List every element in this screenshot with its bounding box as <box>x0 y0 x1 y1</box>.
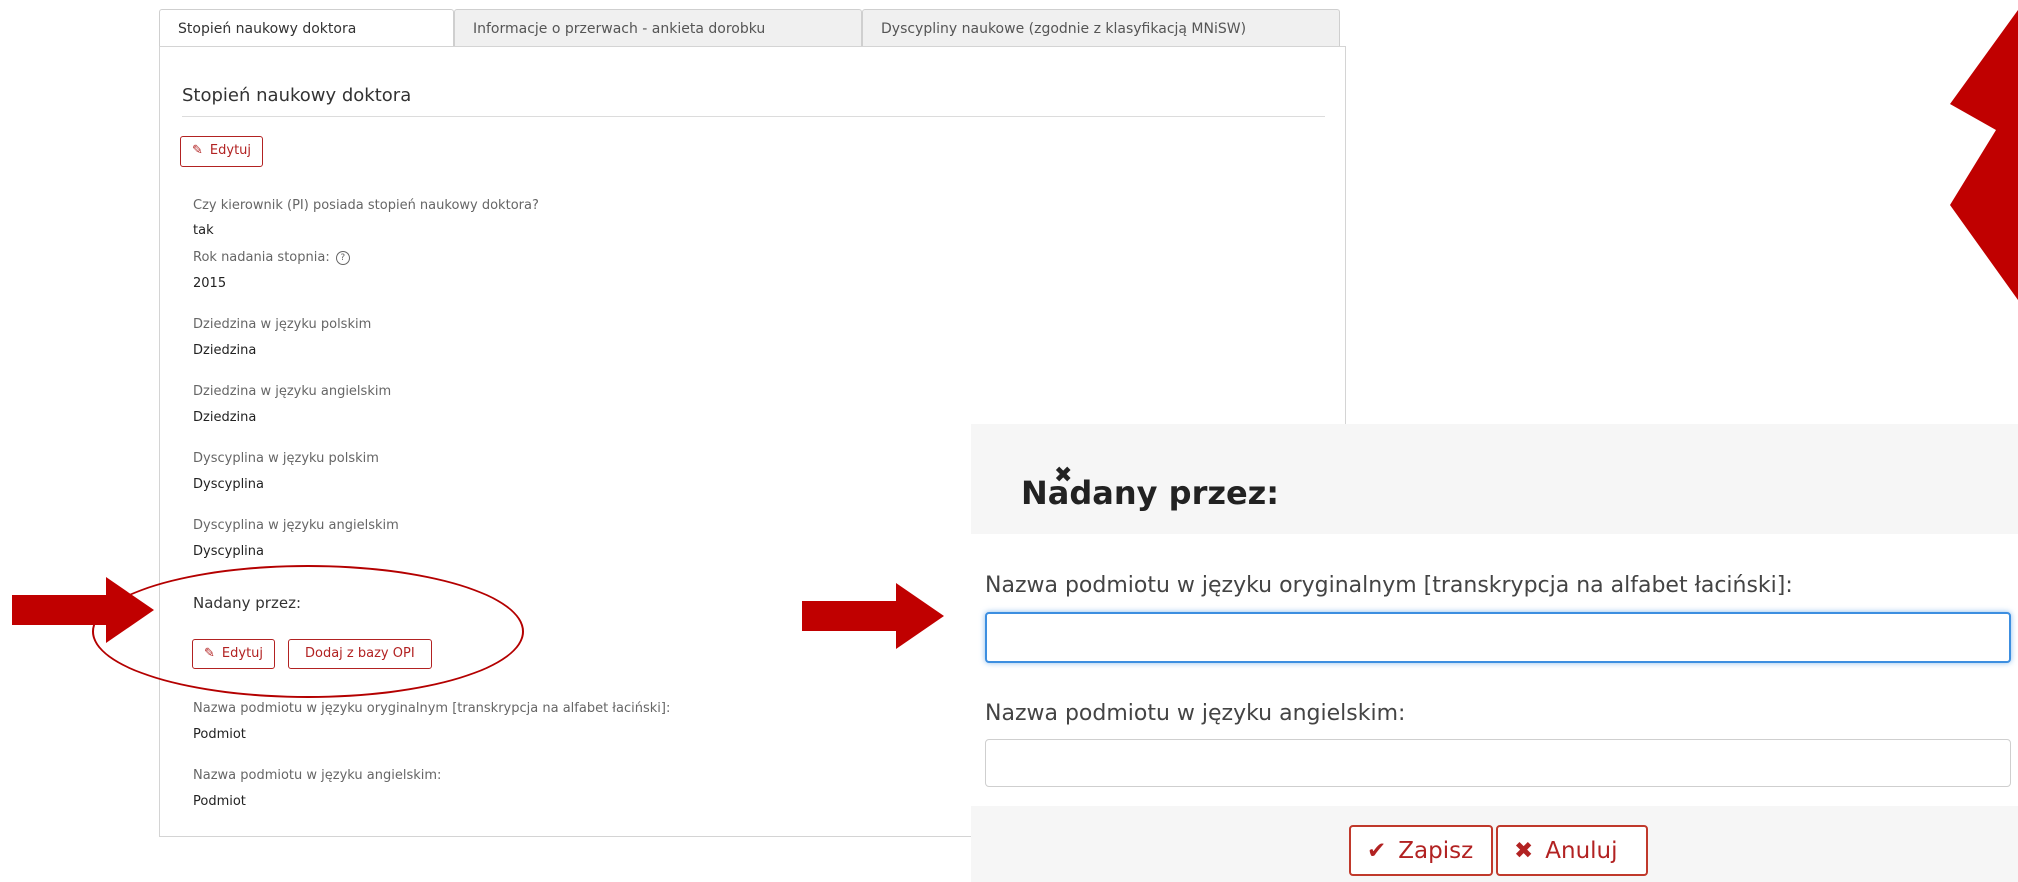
edit-label: Edytuj <box>209 143 252 158</box>
field-value-has-phd: tak <box>193 223 214 238</box>
modal-label-entity-english: Nazwa podmiotu w języku angielskim: <box>985 701 1406 726</box>
field-value-domain-pl: Dziedzina <box>193 343 257 358</box>
arrow-right-icon <box>802 583 944 649</box>
arrow-right-icon <box>12 577 154 643</box>
field-value-year: 2015 <box>193 276 227 291</box>
close-icon[interactable]: ✖ <box>1054 463 1072 488</box>
field-value-entity-original: Podmiot <box>193 727 246 742</box>
panel-title: Stopień naukowy doktora <box>182 85 412 106</box>
highlight-ellipse <box>92 565 524 698</box>
pencil-icon: ✎ <box>192 143 203 158</box>
entity-original-input[interactable] <box>985 612 2011 663</box>
panel-divider <box>182 116 1325 117</box>
tab-dyscypliny-naukowe[interactable]: Dyscypliny naukowe (zgodnie z klasyfikac… <box>862 9 1340 46</box>
field-value-discipline-pl: Dyscyplina <box>193 477 264 492</box>
field-label-year: Rok nadania stopnia:? <box>193 250 350 265</box>
close-icon: ✖ <box>1514 838 1534 864</box>
field-label-entity-english: Nazwa podmiotu w języku angielskim: <box>193 768 442 783</box>
field-value-entity-english: Podmiot <box>193 794 246 809</box>
entity-english-input[interactable] <box>985 739 2011 787</box>
modal-body: Nazwa podmiotu w języku oryginalnym [tra… <box>971 534 2018 806</box>
modal-header: Nadany przez: <box>971 424 2018 534</box>
field-label-discipline-pl: Dyscyplina w języku polskim <box>193 451 379 466</box>
cancel-label: Anuluj <box>1545 838 1618 864</box>
checkmark-icon: ✔ <box>1367 838 1387 864</box>
field-label-domain-pl: Dziedzina w języku polskim <box>193 317 372 332</box>
cancel-button[interactable]: ✖ Anuluj <box>1496 825 1648 876</box>
edit-doctorate-button[interactable]: ✎ Edytuj <box>180 136 264 167</box>
save-button[interactable]: ✔ Zapisz <box>1349 825 1493 876</box>
field-value-domain-en: Dziedzina <box>193 410 257 425</box>
decorative-burst-icon <box>1950 10 2018 300</box>
field-label-entity-original: Nazwa podmiotu w języku oryginalnym [tra… <box>193 701 671 716</box>
field-label-discipline-en: Dyscyplina w języku angielskim <box>193 518 399 533</box>
field-value-discipline-en: Dyscyplina <box>193 544 264 559</box>
modal-footer: ✔ Zapisz ✖ Anuluj <box>971 806 2018 882</box>
field-label-domain-en: Dziedzina w języku angielskim <box>193 384 392 399</box>
tab-stopien-naukowy[interactable]: Stopień naukowy doktora <box>159 9 454 47</box>
save-label: Zapisz <box>1398 838 1474 864</box>
modal-label-entity-original: Nazwa podmiotu w języku oryginalnym [tra… <box>985 573 1793 598</box>
help-icon[interactable]: ? <box>335 250 350 265</box>
tab-informacje-o-przerwach[interactable]: Informacje o przerwach - ankieta dorobku <box>454 9 862 46</box>
field-label-has-phd: Czy kierownik (PI) posiada stopień nauko… <box>193 198 539 213</box>
field-label-year-text: Rok nadania stopnia: <box>193 250 330 265</box>
